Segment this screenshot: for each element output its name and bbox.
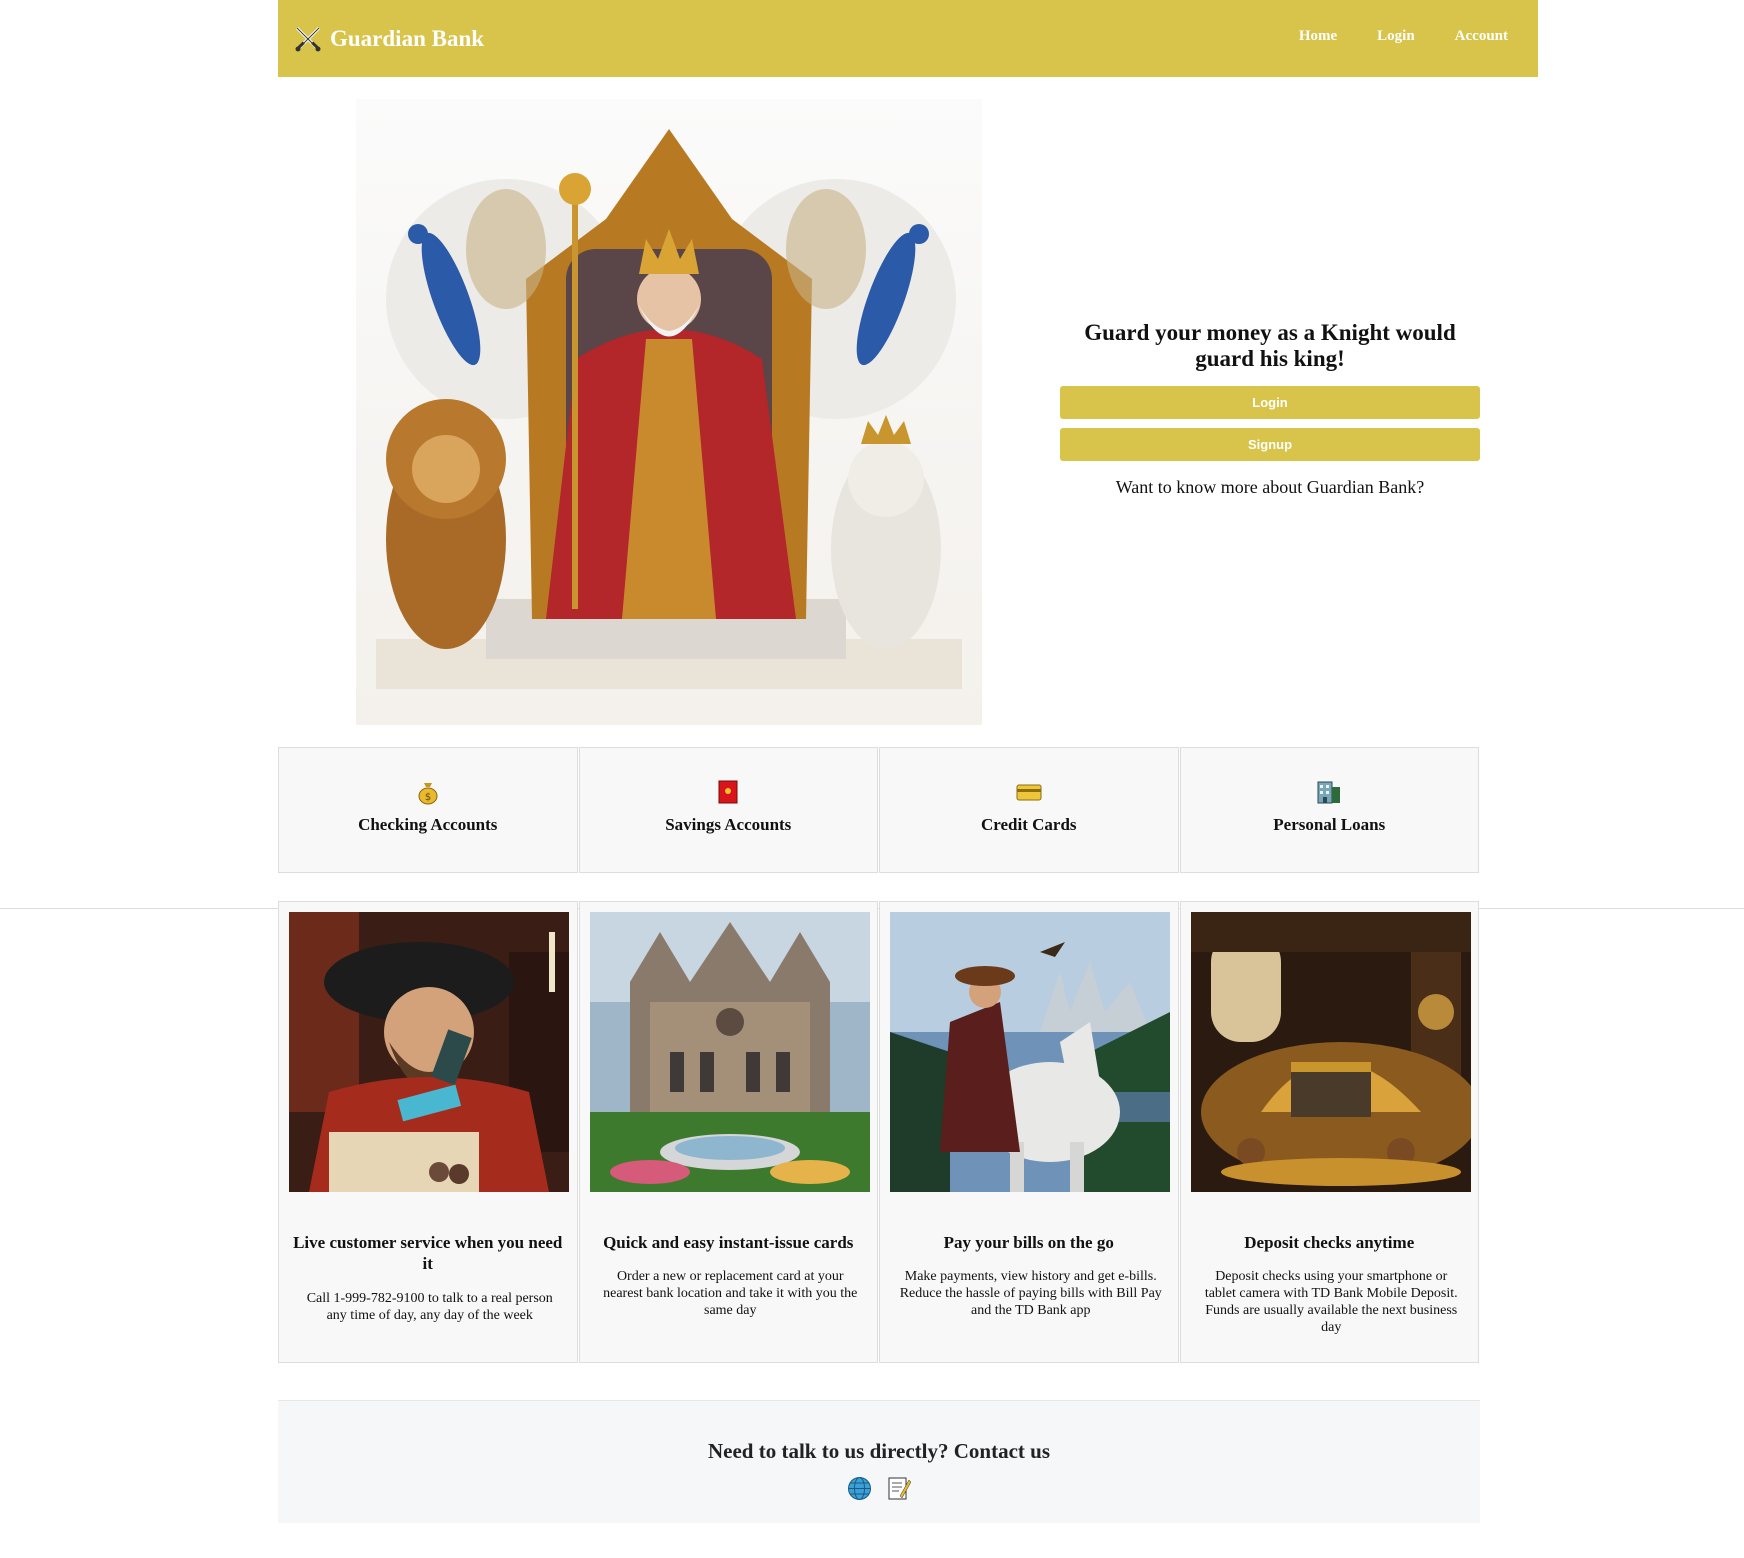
castle-garden-image bbox=[589, 912, 870, 1192]
money-bag-icon: $ bbox=[418, 783, 438, 805]
credit-card-icon bbox=[1016, 784, 1042, 801]
hero-heading: Guard your money as a Knight would guard… bbox=[1084, 320, 1456, 371]
contact-section: Need to talk to us directly? Contact us bbox=[278, 1400, 1480, 1523]
product-card-checking[interactable]: $ Checking Accounts bbox=[278, 747, 578, 873]
red-envelope-icon bbox=[718, 780, 738, 804]
nav-login-link[interactable]: Login bbox=[1377, 28, 1415, 45]
feature-title-pay-bills: Pay your bills on the go bbox=[943, 1233, 1114, 1252]
globe-icon[interactable] bbox=[847, 1476, 872, 1501]
hero-signup-button[interactable]: Signup bbox=[1060, 428, 1480, 461]
product-card-savings[interactable]: Savings Accounts bbox=[578, 747, 878, 873]
top-navbar: Guardian Bank Home Login Account bbox=[278, 0, 1538, 77]
office-building-icon bbox=[1317, 781, 1341, 804]
nav-account-link[interactable]: Account bbox=[1455, 28, 1508, 45]
feature-cards: Live customer service when you need it C… bbox=[278, 901, 1480, 1363]
hero-panel: Guard your money as a Knight would guard… bbox=[1060, 320, 1480, 498]
feature-title-deposit-checks: Deposit checks anytime bbox=[1244, 1233, 1415, 1252]
feature-card-pay-bills: Pay your bills on the go Make payments, … bbox=[879, 901, 1179, 1363]
feature-card-instant-cards: Quick and easy instant-issue cards Order… bbox=[578, 901, 878, 1363]
hero-login-button[interactable]: Login bbox=[1060, 386, 1480, 419]
feature-card-deposit-checks: Deposit checks anytime Deposit checks us… bbox=[1179, 901, 1479, 1363]
contact-icons bbox=[278, 1476, 1480, 1501]
brand-name: Guardian Bank bbox=[330, 26, 485, 51]
product-label-credit: Credit Cards bbox=[980, 815, 1077, 834]
product-card-credit[interactable]: Credit Cards bbox=[879, 747, 1179, 873]
feature-text-instant-cards: Order a new or replacement card at your … bbox=[603, 1269, 858, 1318]
product-label-checking: Checking Accounts bbox=[358, 815, 498, 834]
feature-title-customer-service: Live customer service when you need it bbox=[293, 1233, 563, 1273]
nav-home-link[interactable]: Home bbox=[1299, 28, 1337, 45]
nav-links: Home Login Account bbox=[1299, 28, 1508, 45]
brand-link[interactable]: Guardian Bank bbox=[294, 22, 484, 56]
feature-text-pay-bills: Make payments, view history and get e-bi… bbox=[899, 1269, 1162, 1318]
product-label-loans: Personal Loans bbox=[1273, 815, 1386, 834]
hero-king-throne-image bbox=[356, 99, 982, 725]
contact-title: Need to talk to us directly? Contact us bbox=[707, 1439, 1050, 1463]
feature-text-deposit-checks: Deposit checks using your smartphone or … bbox=[1204, 1269, 1458, 1335]
feature-card-customer-service: Live customer service when you need it C… bbox=[278, 901, 578, 1363]
crossed-swords-icon bbox=[295, 26, 321, 52]
feature-title-instant-cards: Quick and easy instant-issue cards bbox=[603, 1233, 854, 1252]
hero-more-text: Want to know more about Guardian Bank? bbox=[1115, 477, 1425, 497]
svg-text:$: $ bbox=[425, 792, 431, 803]
treasure-vault-image bbox=[1190, 912, 1471, 1192]
product-cards: $ Checking Accounts Savings Accounts Cre… bbox=[278, 747, 1480, 873]
product-label-savings: Savings Accounts bbox=[665, 815, 792, 834]
memo-icon[interactable] bbox=[886, 1476, 911, 1501]
customer-service-image bbox=[289, 912, 569, 1192]
product-card-loans[interactable]: Personal Loans bbox=[1179, 747, 1479, 873]
knight-horse-image bbox=[890, 912, 1170, 1192]
feature-text-customer-service: Call 1-999-782-9100 to talk to a real pe… bbox=[306, 1291, 553, 1323]
